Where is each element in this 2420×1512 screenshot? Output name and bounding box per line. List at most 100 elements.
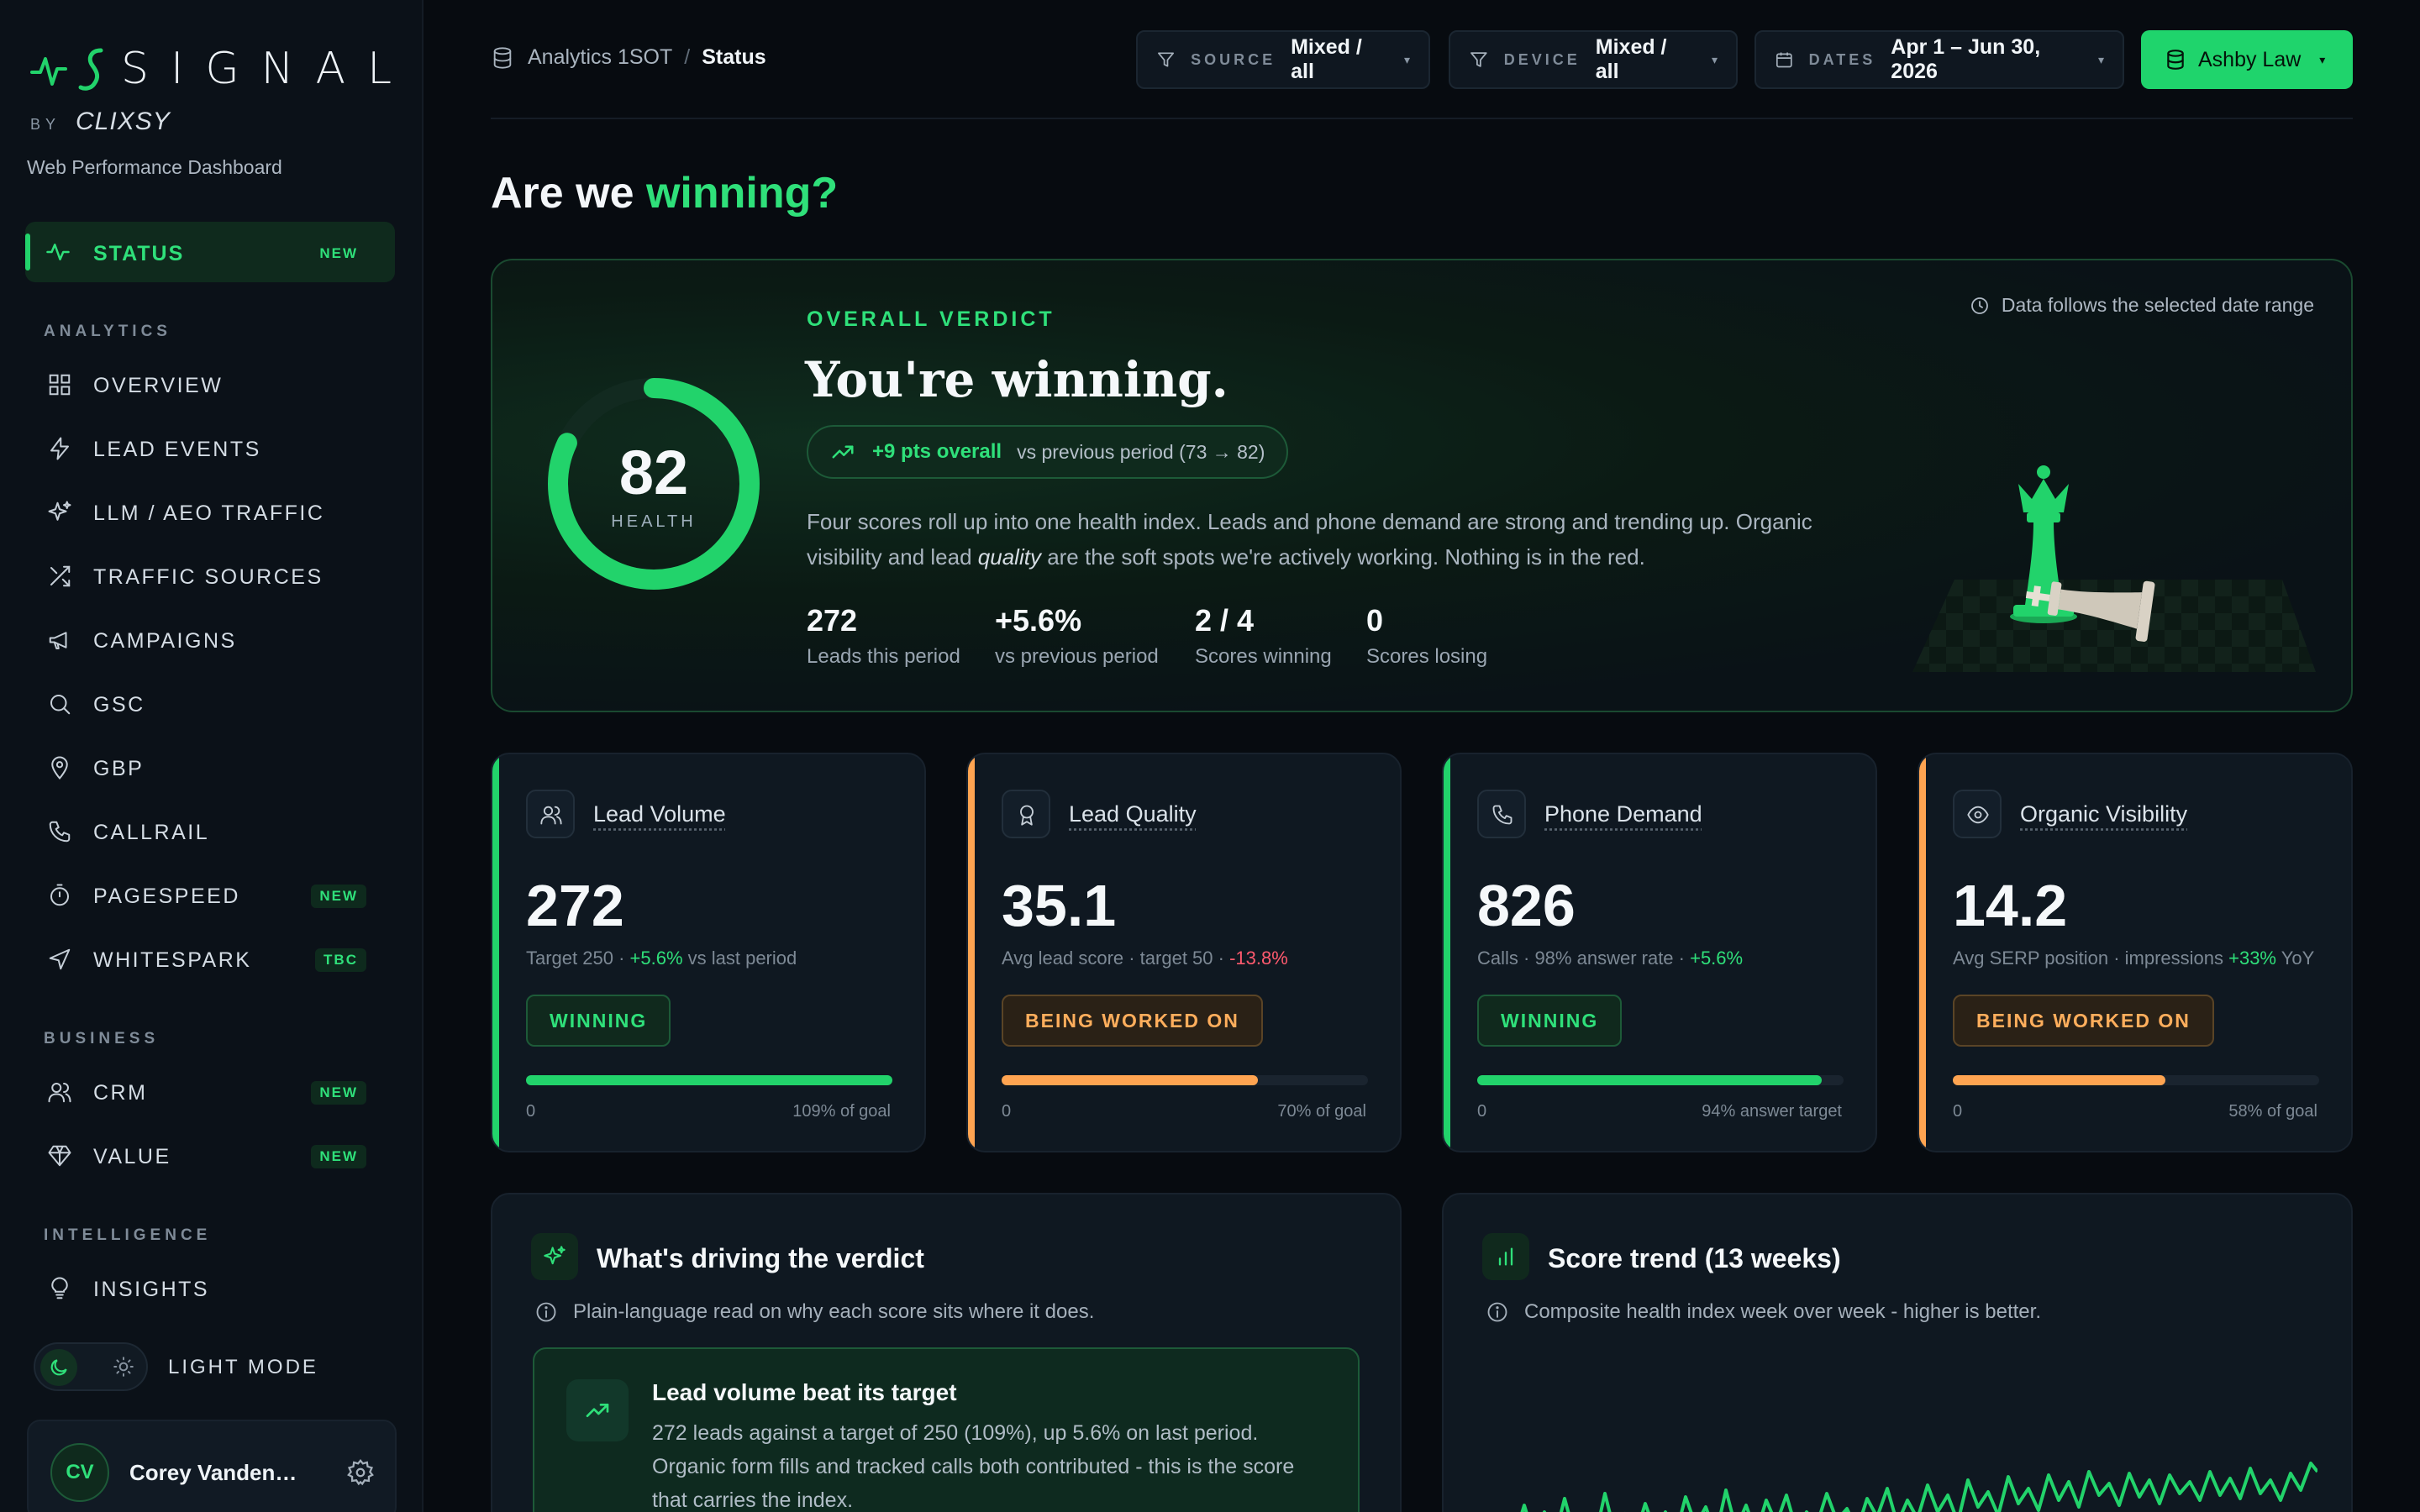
user-name: Corey Vandenb... xyxy=(129,1460,306,1486)
sidebar-item-status[interactable]: STATUS NEW xyxy=(25,222,395,282)
sidebar-item-label: LLM / AEO TRAFFIC xyxy=(93,501,324,526)
breadcrumb-root[interactable]: Analytics 1SOT xyxy=(528,45,672,70)
clock-icon xyxy=(1970,296,1990,316)
theme-toggle[interactable] xyxy=(34,1342,148,1391)
status-stripe xyxy=(492,754,499,1151)
kpi-title[interactable]: Lead Quality xyxy=(1069,801,1197,827)
pulse-icon xyxy=(45,239,71,265)
kpi-icon-wrap xyxy=(1953,790,2002,838)
breadcrumb-separator: / xyxy=(684,45,690,70)
theme-toggle-label[interactable]: LIGHT MODE xyxy=(168,1356,318,1379)
sidebar-item-label: CRM xyxy=(93,1081,147,1105)
sidebar-item-callrail[interactable]: CALLRAIL xyxy=(25,806,395,857)
sidebar-item-llm-aeo-traffic[interactable]: LLM / AEO TRAFFIC xyxy=(25,487,395,538)
sidebar-item-gbp[interactable]: GBP xyxy=(25,743,395,793)
client-selector-button[interactable]: Ashby Law ▾ xyxy=(2141,30,2353,89)
info-icon xyxy=(534,1300,558,1324)
sidebar-item-label: GSC xyxy=(93,693,145,717)
sidebar-item-pagespeed[interactable]: PAGESPEED NEW xyxy=(25,870,395,921)
stat-label: Scores winning xyxy=(1195,645,1332,669)
kpi-subtext-end: vs last period xyxy=(683,948,797,969)
trending-up-icon xyxy=(830,439,855,465)
dark-mode-knob xyxy=(40,1349,77,1386)
section-label-intelligence: INTELLIGENCE xyxy=(44,1226,211,1245)
kpi-title[interactable]: Organic Visibility xyxy=(2020,801,2187,827)
driver-item[interactable]: Lead volume beat its target 272 leads ag… xyxy=(533,1347,1360,1512)
status-badge: BEING WORKED ON xyxy=(1953,995,2214,1047)
kpi-subtext-lead: Avg lead score · target 50 · xyxy=(1002,948,1229,969)
phone-icon xyxy=(1491,803,1514,827)
progress-goal: 70% of goal xyxy=(1277,1102,1366,1121)
filter-value: Apr 1 – Jun 30, 2026 xyxy=(1891,35,2081,84)
sidebar-item-campaigns[interactable]: CAMPAIGNS xyxy=(25,615,395,665)
new-badge: NEW xyxy=(311,1145,366,1168)
sidebar-item-lead-events[interactable]: LEAD EVENTS xyxy=(25,423,395,474)
sidebar-item-label: LEAD EVENTS xyxy=(93,438,261,462)
sidebar-item-overview[interactable]: OVERVIEW xyxy=(25,360,395,410)
kpi-title[interactable]: Lead Volume xyxy=(593,801,726,827)
kpi-delta: +5.6% xyxy=(1690,948,1743,969)
kpi-icon-wrap xyxy=(1477,790,1526,838)
shuffle-icon xyxy=(47,564,72,589)
search-icon xyxy=(47,691,72,717)
gear-icon[interactable] xyxy=(346,1458,375,1487)
kpi-card-lead-volume[interactable]: Lead Volume 272 Target 250 · +5.6% vs la… xyxy=(491,753,926,1152)
sidebar-item-insights[interactable]: INSIGHTS xyxy=(25,1263,395,1314)
stat-value: 0 xyxy=(1366,603,1487,638)
panel-subtitle: Composite health index week over week - … xyxy=(1486,1300,2041,1324)
chevron-down-icon: ▾ xyxy=(1404,53,1410,67)
progress-track xyxy=(1002,1075,1368,1085)
sidebar-item-label: GBP xyxy=(93,757,144,781)
moon-icon xyxy=(48,1357,70,1378)
device-filter[interactable]: DEVICE Mixed / all ▾ xyxy=(1449,30,1738,89)
new-badge: NEW xyxy=(311,885,366,908)
verdict-description-emphasis: quality xyxy=(978,544,1041,570)
eye-icon xyxy=(1966,803,1990,827)
kpi-title[interactable]: Phone Demand xyxy=(1544,801,1702,827)
driver-title: Lead volume beat its target xyxy=(652,1379,957,1406)
award-icon xyxy=(1015,803,1039,827)
sidebar-item-label: STATUS xyxy=(93,242,184,266)
kpi-card-lead-quality[interactable]: Lead Quality 35.1 Avg lead score · targe… xyxy=(966,753,1402,1152)
database-icon xyxy=(491,46,514,70)
sidebar-item-traffic-sources[interactable]: TRAFFIC SOURCES xyxy=(25,551,395,601)
sparkle-icon xyxy=(543,1245,566,1268)
avatar: CV xyxy=(50,1443,109,1502)
health-label: HEALTH xyxy=(546,512,761,532)
driver-icon-wrap xyxy=(566,1379,629,1441)
status-stripe xyxy=(968,754,975,1151)
kpi-card-organic-visibility[interactable]: Organic Visibility 14.2 Avg SERP positio… xyxy=(1918,753,2353,1152)
dates-filter[interactable]: DATES Apr 1 – Jun 30, 2026 ▾ xyxy=(1754,30,2124,89)
stat-label: vs previous period xyxy=(995,645,1159,669)
verdict-description-b: are the soft spots we're actively workin… xyxy=(1047,544,1645,570)
verdict-card: 82 HEALTH OVERALL VERDICT You're winning… xyxy=(491,259,2353,712)
sidebar-item-gsc[interactable]: GSC xyxy=(25,679,395,729)
stat-change: +5.6% vs previous period xyxy=(995,603,1159,669)
date-range-note-text: Data follows the selected date range xyxy=(2002,294,2314,317)
kpi-subtext: Target 250 · +5.6% vs last period xyxy=(526,948,797,969)
megaphone-icon xyxy=(47,627,72,653)
kpi-card-phone-demand[interactable]: Phone Demand 826 Calls · 98% answer rate… xyxy=(1442,753,1877,1152)
sidebar-item-whitespark[interactable]: WHITESPARK TBC xyxy=(25,934,395,984)
brand-logo[interactable]: SIGNAL xyxy=(29,44,413,94)
kpi-subtext-end: YoY xyxy=(2276,948,2314,969)
tbc-badge: TBC xyxy=(315,948,366,972)
sidebar-item-crm[interactable]: CRM NEW xyxy=(25,1067,395,1117)
phone-icon xyxy=(47,819,72,844)
progress-fill xyxy=(526,1075,892,1085)
signal-logo-icon xyxy=(29,44,119,94)
progress-track xyxy=(526,1075,892,1085)
status-badge: WINNING xyxy=(1477,995,1622,1047)
panel-title: Score trend (13 weeks) xyxy=(1548,1243,1841,1274)
sidebar-item-label: TRAFFIC SOURCES xyxy=(93,565,324,590)
kpi-subtext: Calls · 98% answer rate · +5.6% xyxy=(1477,948,1743,969)
stat-losing: 0 Scores losing xyxy=(1366,603,1487,669)
send-icon xyxy=(47,947,72,972)
verdict-delta-pill: +9 pts overall vs previous period (73 → … xyxy=(807,425,1288,479)
section-label-analytics: ANALYTICS xyxy=(44,323,171,341)
kpi-subtext: Avg lead score · target 50 · -13.8% xyxy=(1002,948,1288,969)
user-card[interactable]: CV Corey Vandenb... xyxy=(27,1420,397,1512)
sidebar-item-value[interactable]: VALUE NEW xyxy=(25,1131,395,1181)
kpi-icon-wrap xyxy=(526,790,575,838)
source-filter[interactable]: SOURCE Mixed / all ▾ xyxy=(1136,30,1430,89)
